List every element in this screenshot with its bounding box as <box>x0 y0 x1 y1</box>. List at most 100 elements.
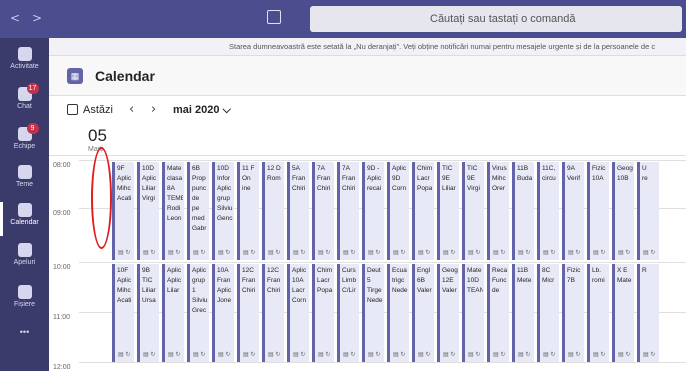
event-text: Aplic <box>217 287 232 294</box>
event-text: Fran <box>217 277 231 284</box>
month-picker[interactable]: mai 2020 ⌵ <box>173 104 231 117</box>
calendar-event[interactable]: 8C Micr ▤ ↻ <box>537 264 559 362</box>
calendar-event[interactable]: 11B Buda ▤ ↻ <box>512 162 534 260</box>
today-button[interactable]: Astăzi <box>83 104 113 116</box>
calendar-event[interactable]: R ▤ ↻ <box>637 264 659 362</box>
calendar-event[interactable]: Aplic 10A Lacr Corn ▤ ↻ <box>287 264 309 362</box>
event-text: 11C, <box>542 165 556 172</box>
event-text: Rodi <box>167 205 181 212</box>
calendar-event[interactable]: Geog 10B ▤ ↻ <box>612 162 634 260</box>
calendar-event[interactable]: Geog 12E Valer ▤ ↻ <box>437 264 459 362</box>
calendar-event[interactable]: Ecua trigc Nede ▤ ↻ <box>387 264 409 362</box>
calendar-event[interactable]: 9F Aplic Mihc Acati ▤ ↻ <box>112 162 134 260</box>
calendar-event[interactable]: Chim Lacr Popa ▤ ↻ <box>312 264 334 362</box>
event-text: 9A <box>567 165 575 172</box>
calendar-event[interactable]: 11B Mete ▤ ↻ <box>512 264 534 362</box>
calendar-event[interactable]: Mate clasa 8A TEME Rodi Leon ▤ ↻ <box>162 162 184 260</box>
hour-divider <box>79 362 686 363</box>
calendar-event[interactable]: 12C Fran Chiri ▤ ↻ <box>262 264 284 362</box>
calendar-event[interactable]: Aplic grup 1 Silviu Grec ▤ ↻ <box>187 264 209 362</box>
event-text: R <box>642 267 647 274</box>
calendar-event[interactable]: 10D Infor Aplic grup Silviu Genc ▤ ↻ <box>212 162 234 260</box>
event-text: punc <box>192 185 207 192</box>
calendar-event[interactable]: 10D Aplic Liliar Virgi ▤ ↻ <box>137 162 159 260</box>
event-recurrence-icon: ▤ ↻ <box>568 250 581 256</box>
calendar-event[interactable]: Fizic 7B ▤ ↻ <box>562 264 584 362</box>
calendar-event[interactable]: Reca Func de ▤ ↻ <box>487 264 509 362</box>
event-text: Chiri <box>342 185 356 192</box>
event-text: Virgi <box>142 195 155 202</box>
event-text: Fizic <box>567 267 581 274</box>
calendar-event[interactable]: Aplic Aplic Lilar ▤ ↻ <box>162 264 184 362</box>
event-recurrence-icon: ▤ ↻ <box>293 352 306 358</box>
event-recurrence-icon: ▤ ↻ <box>418 352 431 358</box>
calendar-event[interactable]: TIC 9E Liliar ▤ ↻ <box>437 162 459 260</box>
next-week-button[interactable]: › <box>151 102 156 117</box>
calendar-event[interactable]: 12C Fran Chiri ▤ ↻ <box>237 264 259 362</box>
calendar-event[interactable]: Engl 6B Valer ▤ ↻ <box>412 264 434 362</box>
calendar-event[interactable]: 12 D Rom ▤ ↻ <box>262 162 284 260</box>
calendar-event[interactable]: 6B Prop punc de pe med Gabr ▤ ↻ <box>187 162 209 260</box>
rail-item-calendar[interactable]: Calendar <box>0 198 49 242</box>
rail-item-[interactable]: ••• <box>0 322 49 366</box>
calendar-event[interactable]: Aplic 9D Corn ▤ ↻ <box>387 162 409 260</box>
event-recurrence-icon: ▤ ↻ <box>193 352 206 358</box>
hour-label: 10:00 <box>53 264 71 271</box>
previous-week-button[interactable]: ‹ <box>129 102 134 117</box>
event-text: Aplic <box>117 277 132 284</box>
calendar-event[interactable]: 11C, circu ▤ ↻ <box>537 162 559 260</box>
compose-icon[interactable] <box>267 10 281 24</box>
calendar-event[interactable]: TIC 9E Virgi ▤ ↻ <box>462 162 484 260</box>
event-recurrence-icon: ▤ ↻ <box>468 250 481 256</box>
event-text: TEAN <box>467 287 483 294</box>
event-recurrence-icon: ▤ ↻ <box>493 250 506 256</box>
event-text: grup <box>217 195 231 202</box>
event-text: 12C <box>242 267 254 274</box>
calendar-event[interactable]: Virus Mihc Orer ▤ ↻ <box>487 162 509 260</box>
rail-item-chat[interactable]: 17 Chat <box>0 82 49 126</box>
calendar-event[interactable]: 5A Fran Chiri ▤ ↻ <box>287 162 309 260</box>
event-text: 6B <box>417 277 425 284</box>
calendar-event[interactable]: 9A Verif ▤ ↻ <box>562 162 584 260</box>
calendar-event[interactable]: Mate 10D TEAN ▤ ↻ <box>462 264 484 362</box>
event-text: recai <box>367 185 382 192</box>
calendar-event[interactable]: X E Mate ▤ ↻ <box>612 264 634 362</box>
calendar-event[interactable]: Deut 5 Tirge Nede ▤ ↻ <box>362 264 384 362</box>
hour-label: 11:00 <box>53 314 70 321</box>
forward-icon[interactable]: > <box>32 11 42 25</box>
event-text: 8A <box>167 185 175 192</box>
event-text: Liliar <box>142 185 156 192</box>
calendar-event[interactable]: 11 F On ine ▤ ↻ <box>237 162 259 260</box>
event-recurrence-icon: ▤ ↻ <box>518 250 531 256</box>
event-text: Buda <box>517 175 533 182</box>
calendar-event[interactable]: 10F Aplic Mihc Acati ▤ ↻ <box>112 264 134 362</box>
calendar-event[interactable]: Ure ▤ ↻ <box>637 162 659 260</box>
calendar-event[interactable]: 9B TIC Liliar Ursa ▤ ↻ <box>137 264 159 362</box>
calendar-event[interactable]: Lb. romi ▤ ↻ <box>587 264 609 362</box>
event-text: Corn <box>292 297 307 304</box>
event-text: Chim <box>317 267 333 274</box>
calendar-event[interactable]: 9D - Aplic recai ▤ ↻ <box>362 162 384 260</box>
rail-item-apeluri[interactable]: Apeluri <box>0 238 49 282</box>
event-recurrence-icon: ▤ ↻ <box>318 352 331 358</box>
calendar-event[interactable]: 10A Fran Aplic Jone ▤ ↻ <box>212 264 234 362</box>
event-text: 10B <box>617 175 629 182</box>
calendar-grid[interactable]: 08:00 09:00 10:00 11:00 12:00 9F Aplic Mihc Acat… <box>49 156 686 371</box>
calendar-event[interactable]: Curs Limb C/Lir ▤ ↻ <box>337 264 359 362</box>
calendar-event[interactable]: 7A Fran Chiri ▤ ↻ <box>337 162 359 260</box>
event-text: 9D <box>392 175 401 182</box>
search-input[interactable]: Căutați sau tastați o comandă <box>310 6 682 32</box>
calendar-event[interactable]: Chim Lacr Popa ▤ ↻ <box>412 162 434 260</box>
rail-item-fiiere[interactable]: Fișiere <box>0 280 49 324</box>
event-text: Virgi <box>467 185 480 192</box>
event-text: Virus <box>492 165 507 172</box>
event-text: 5 <box>367 277 371 284</box>
calendar-event[interactable]: Fizic 10A ▤ ↻ <box>587 162 609 260</box>
teams-icon: 9 <box>17 123 39 141</box>
event-recurrence-icon: ▤ ↻ <box>118 352 131 358</box>
event-recurrence-icon: ▤ ↻ <box>568 352 581 358</box>
rail-item-activitate[interactable]: Activitate <box>0 42 49 86</box>
back-icon[interactable]: < <box>10 11 20 25</box>
event-recurrence-icon: ▤ ↻ <box>543 352 556 358</box>
calendar-event[interactable]: 7A Fran Chiri ▤ ↻ <box>312 162 334 260</box>
